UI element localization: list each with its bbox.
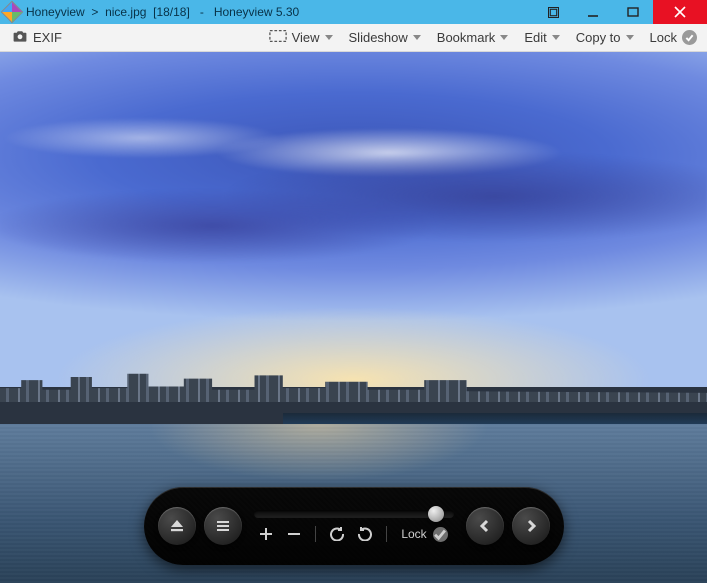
app-logo-icon [1, 1, 24, 24]
check-circle-icon [682, 30, 697, 45]
menu-button[interactable] [204, 507, 242, 545]
camera-icon [12, 29, 28, 46]
exif-button[interactable]: EXIF [12, 29, 62, 46]
minimize-button[interactable] [573, 0, 613, 24]
view-menu[interactable]: View [269, 29, 333, 46]
chevron-down-icon [552, 35, 560, 40]
exif-label: EXIF [33, 30, 62, 45]
view-frame-icon [269, 29, 287, 46]
slideshow-label: Slideshow [349, 30, 408, 45]
edit-label: Edit [524, 30, 546, 45]
title-index: [18/18] [153, 5, 190, 19]
title-version: Honeyview 5.30 [214, 5, 299, 19]
close-button[interactable] [653, 0, 707, 24]
next-button[interactable] [512, 507, 550, 545]
chevron-down-icon [413, 35, 421, 40]
prev-button[interactable] [466, 507, 504, 545]
image-viewport[interactable]: Lock [0, 52, 707, 583]
maximize-button[interactable] [613, 0, 653, 24]
toolbar-right: View Slideshow Bookmark Edit Copy to Loc… [269, 29, 697, 46]
title-file: nice.jpg [105, 5, 146, 19]
copyto-menu[interactable]: Copy to [576, 30, 634, 45]
title-sep: > [91, 5, 98, 19]
window-controls [533, 0, 707, 24]
slider-thumb[interactable] [428, 506, 444, 522]
control-panel: Lock [144, 487, 564, 565]
title-text: Honeyview > nice.jpg [18/18] - Honeyview… [26, 5, 299, 19]
edit-menu[interactable]: Edit [524, 30, 559, 45]
panel-center: Lock [250, 510, 458, 542]
chevron-down-icon [325, 35, 333, 40]
slideshow-menu[interactable]: Slideshow [349, 30, 421, 45]
zoom-out-button[interactable] [287, 527, 301, 541]
panel-lock-label: Lock [401, 527, 426, 541]
title-left: Honeyview > nice.jpg [18/18] - Honeyview… [0, 4, 299, 20]
toolbar-left: EXIF [12, 29, 62, 46]
panel-lock-toggle[interactable]: Lock [401, 527, 447, 542]
toolbar: EXIF View Slideshow Bookmark Edit Copy t… [0, 24, 707, 52]
title-dash: - [200, 5, 204, 19]
separator [315, 526, 316, 542]
copyto-label: Copy to [576, 30, 621, 45]
eject-button[interactable] [158, 507, 196, 545]
fullscreen-button[interactable] [533, 0, 573, 24]
lock-label: Lock [650, 30, 677, 45]
rotate-right-button[interactable] [358, 527, 372, 541]
titlebar: Honeyview > nice.jpg [18/18] - Honeyview… [0, 0, 707, 24]
chevron-down-icon [626, 35, 634, 40]
lock-toggle[interactable]: Lock [650, 30, 697, 45]
chevron-down-icon [500, 35, 508, 40]
zoom-slider[interactable] [254, 510, 454, 518]
view-label: View [292, 30, 320, 45]
check-circle-icon [433, 527, 448, 542]
zoom-in-button[interactable] [259, 527, 273, 541]
separator [386, 526, 387, 542]
rotate-left-button[interactable] [330, 527, 344, 541]
panel-center-row: Lock [259, 526, 447, 542]
title-app: Honeyview [26, 5, 85, 19]
bookmark-menu[interactable]: Bookmark [437, 30, 509, 45]
bookmark-label: Bookmark [437, 30, 496, 45]
